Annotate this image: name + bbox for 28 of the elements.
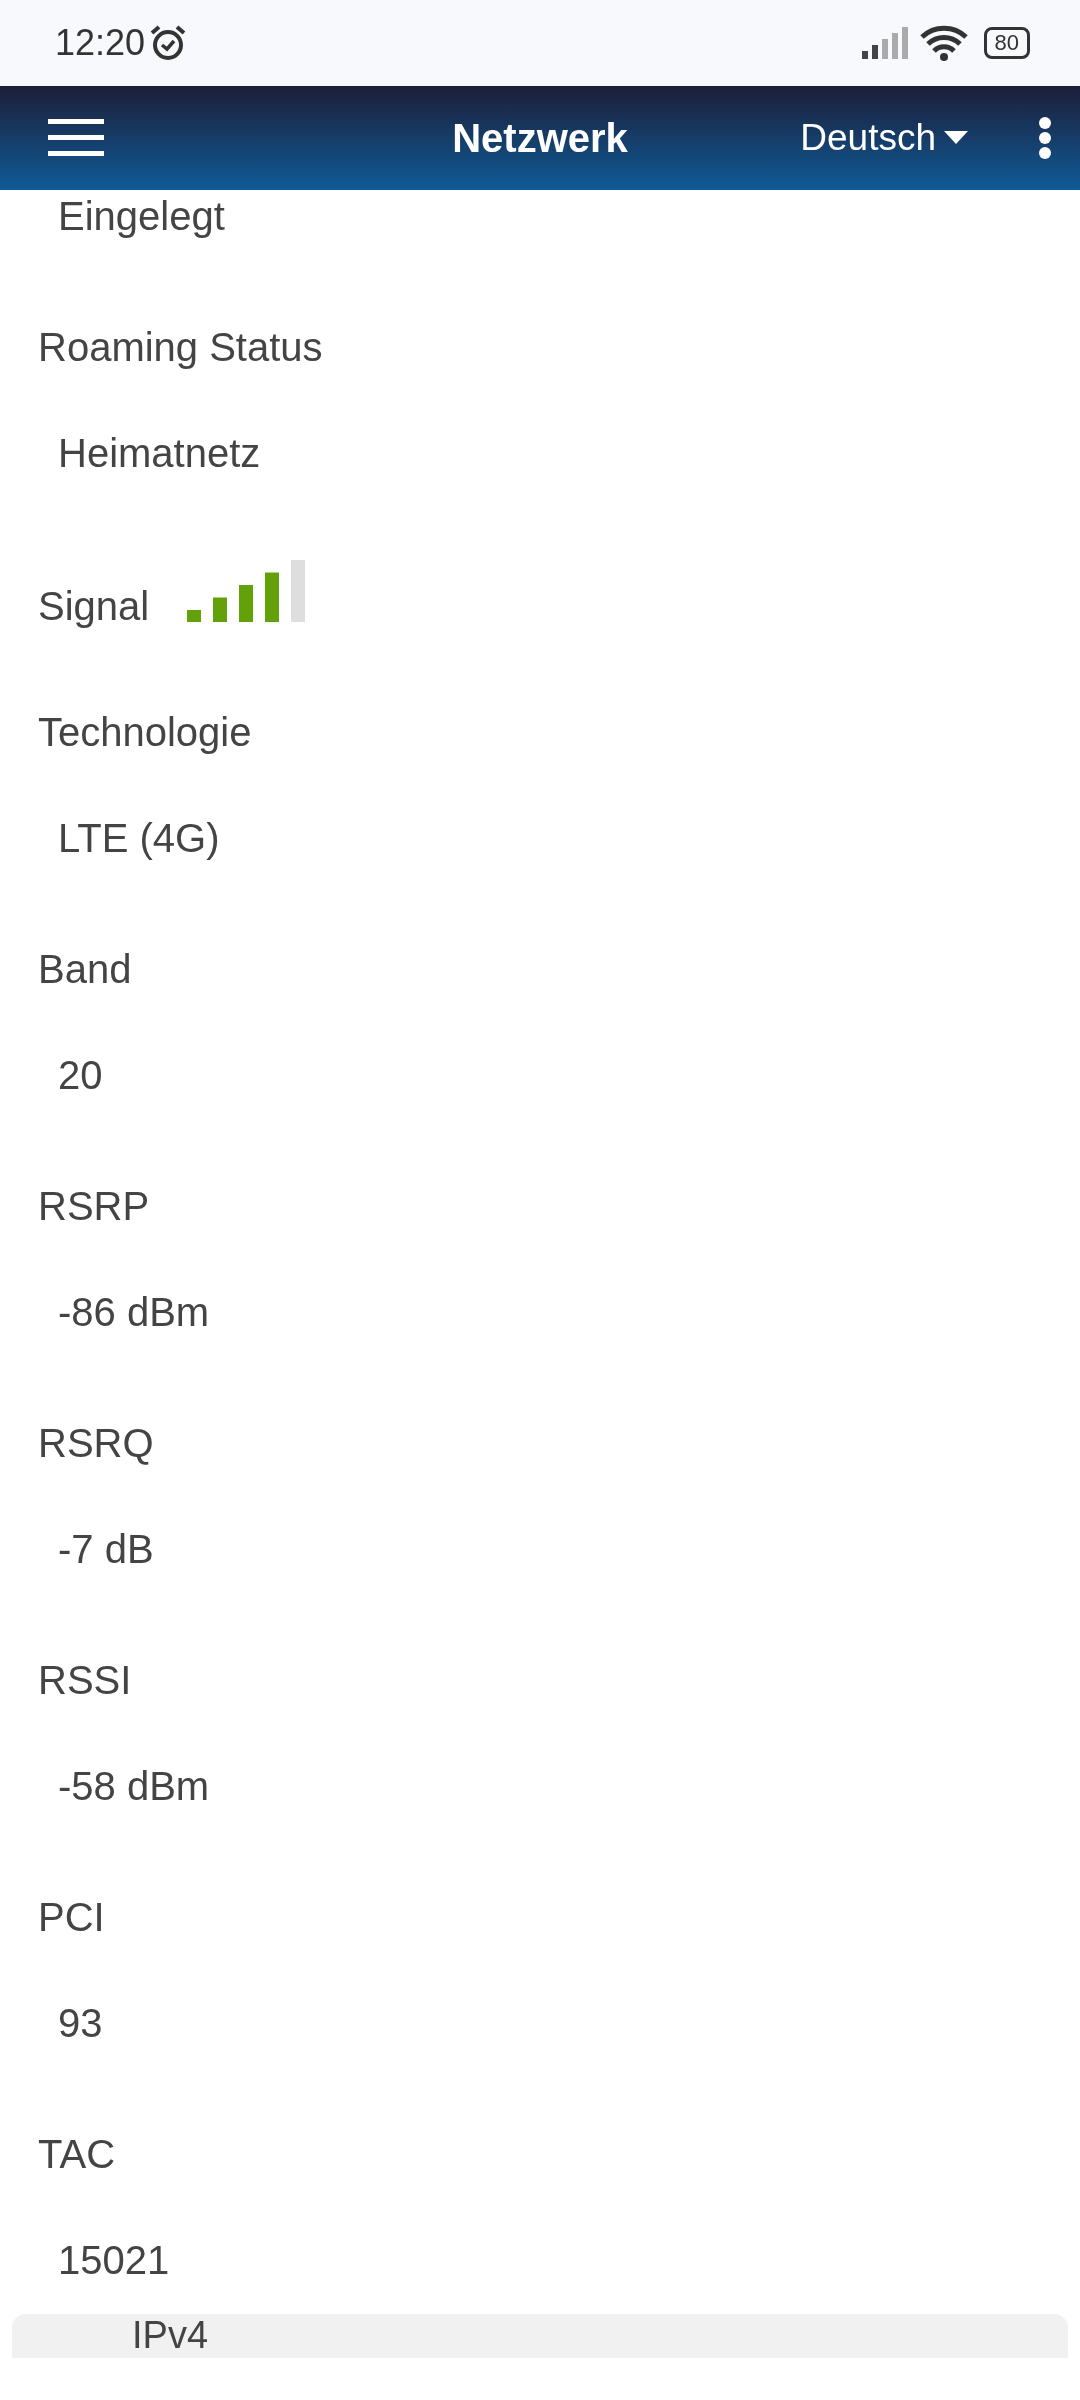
field-value: 93 bbox=[58, 2000, 104, 2047]
field-value: -7 dB bbox=[58, 1526, 155, 1573]
field-label: TAC bbox=[38, 2131, 117, 2178]
menu-icon[interactable] bbox=[48, 119, 104, 157]
field-value: Heimatnetz bbox=[58, 430, 262, 477]
field-label: Band bbox=[38, 946, 133, 993]
field-label: Signal bbox=[38, 583, 150, 630]
field-value: 20 bbox=[58, 1052, 104, 1099]
caret-icon bbox=[944, 131, 968, 145]
field-label: RSRP bbox=[38, 1183, 151, 1230]
section-title: IPv4 bbox=[132, 2316, 209, 2354]
field-value: LTE (4G) bbox=[58, 815, 221, 862]
clock-time: 12:20 bbox=[55, 21, 146, 65]
field-value: Eingelegt bbox=[58, 193, 226, 240]
battery-indicator: 80 bbox=[983, 27, 1030, 59]
field-label: PCI bbox=[38, 1894, 106, 1941]
field-value: -58 dBm bbox=[58, 1763, 211, 1810]
field-label: RSSI bbox=[38, 1657, 133, 1704]
language-dropdown[interactable]: Deutsch bbox=[800, 110, 968, 166]
page-title: Netzwerk bbox=[452, 116, 628, 160]
field-label: RSRQ bbox=[38, 1420, 155, 1467]
wifi-icon bbox=[919, 25, 968, 61]
field-value: -86 dBm bbox=[58, 1289, 211, 1336]
alarm-clock-icon bbox=[149, 24, 188, 62]
field-value: 15021 bbox=[58, 2237, 171, 2284]
field-label: Roaming Status bbox=[38, 324, 324, 371]
field-label: Technologie bbox=[38, 709, 253, 756]
more-options-icon[interactable] bbox=[1038, 117, 1052, 159]
